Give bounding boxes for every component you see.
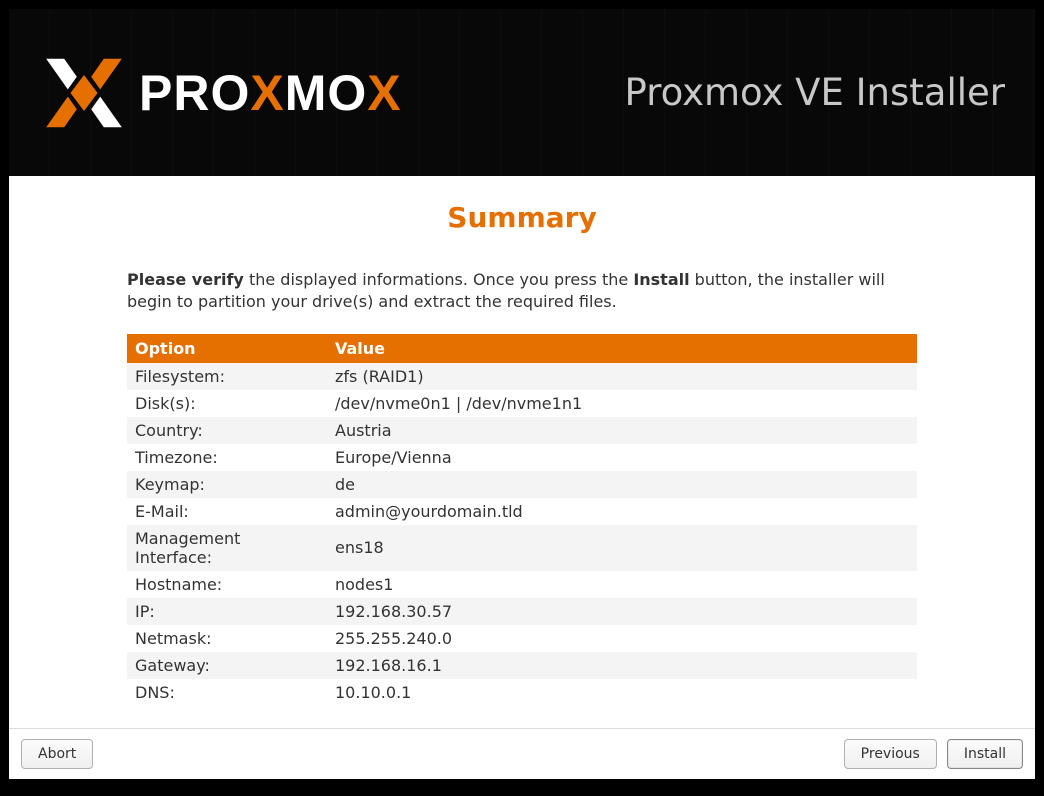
option-cell: Hostname: [127, 571, 327, 598]
footer: Abort Previous Install [9, 728, 1035, 779]
value-cell: Austria [327, 417, 917, 444]
previous-button[interactable]: Previous [844, 739, 937, 769]
logo-x-icon [39, 48, 129, 138]
option-cell: Country: [127, 417, 327, 444]
brand-accent-1: X [250, 65, 284, 121]
option-cell: IP: [127, 598, 327, 625]
instruction-bold-1: Please verify [127, 270, 244, 289]
value-cell: 192.168.30.57 [327, 598, 917, 625]
table-row: DNS:10.10.0.1 [127, 679, 917, 706]
header: PROXMOX Proxmox VE Installer [9, 9, 1035, 176]
table-row: Gateway:192.168.16.1 [127, 652, 917, 679]
header-title: Proxmox VE Installer [625, 71, 1005, 114]
value-cell: admin@yourdomain.tld [327, 498, 917, 525]
value-cell: 255.255.240.0 [327, 625, 917, 652]
table-row: Timezone:Europe/Vienna [127, 444, 917, 471]
value-cell: Europe/Vienna [327, 444, 917, 471]
summary-table: Option Value Filesystem:zfs (RAID1)Disk(… [127, 334, 917, 706]
instruction-mid: the displayed informations. Once you pre… [244, 270, 633, 289]
table-row: Filesystem:zfs (RAID1) [127, 363, 917, 390]
instruction-bold-2: Install [633, 270, 689, 289]
header-option: Option [127, 334, 327, 363]
brand-text: PROXMOX [139, 64, 402, 122]
header-value: Value [327, 334, 917, 363]
footer-right: Previous Install [844, 739, 1023, 769]
option-cell: DNS: [127, 679, 327, 706]
content-area: Summary Please verify the displayed info… [9, 176, 1035, 728]
brand-accent-2: X [367, 65, 401, 121]
option-cell: Filesystem: [127, 363, 327, 390]
table-header-row: Option Value [127, 334, 917, 363]
option-cell: Keymap: [127, 471, 327, 498]
option-cell: E-Mail: [127, 498, 327, 525]
installer-window: PROXMOX Proxmox VE Installer Summary Ple… [8, 8, 1036, 780]
value-cell: /dev/nvme0n1 | /dev/nvme1n1 [327, 390, 917, 417]
table-row: Netmask:255.255.240.0 [127, 625, 917, 652]
value-cell: 10.10.0.1 [327, 679, 917, 706]
abort-button[interactable]: Abort [21, 739, 93, 769]
option-cell: Disk(s): [127, 390, 327, 417]
table-row: E-Mail:admin@yourdomain.tld [127, 498, 917, 525]
option-cell: Management Interface: [127, 525, 327, 571]
instruction-text: Please verify the displayed informations… [127, 269, 917, 314]
logo: PROXMOX [39, 48, 402, 138]
value-cell: de [327, 471, 917, 498]
brand-mid: MO [285, 65, 368, 121]
brand-prefix: PRO [139, 65, 250, 121]
table-row: IP:192.168.30.57 [127, 598, 917, 625]
option-cell: Gateway: [127, 652, 327, 679]
table-row: Keymap:de [127, 471, 917, 498]
page-title: Summary [9, 201, 1035, 234]
value-cell: ens18 [327, 525, 917, 571]
option-cell: Netmask: [127, 625, 327, 652]
footer-left: Abort [21, 739, 93, 769]
table-row: Hostname:nodes1 [127, 571, 917, 598]
install-button[interactable]: Install [947, 739, 1023, 769]
value-cell: zfs (RAID1) [327, 363, 917, 390]
value-cell: 192.168.16.1 [327, 652, 917, 679]
table-row: Disk(s):/dev/nvme0n1 | /dev/nvme1n1 [127, 390, 917, 417]
option-cell: Timezone: [127, 444, 327, 471]
table-row: Management Interface:ens18 [127, 525, 917, 571]
value-cell: nodes1 [327, 571, 917, 598]
table-row: Country:Austria [127, 417, 917, 444]
